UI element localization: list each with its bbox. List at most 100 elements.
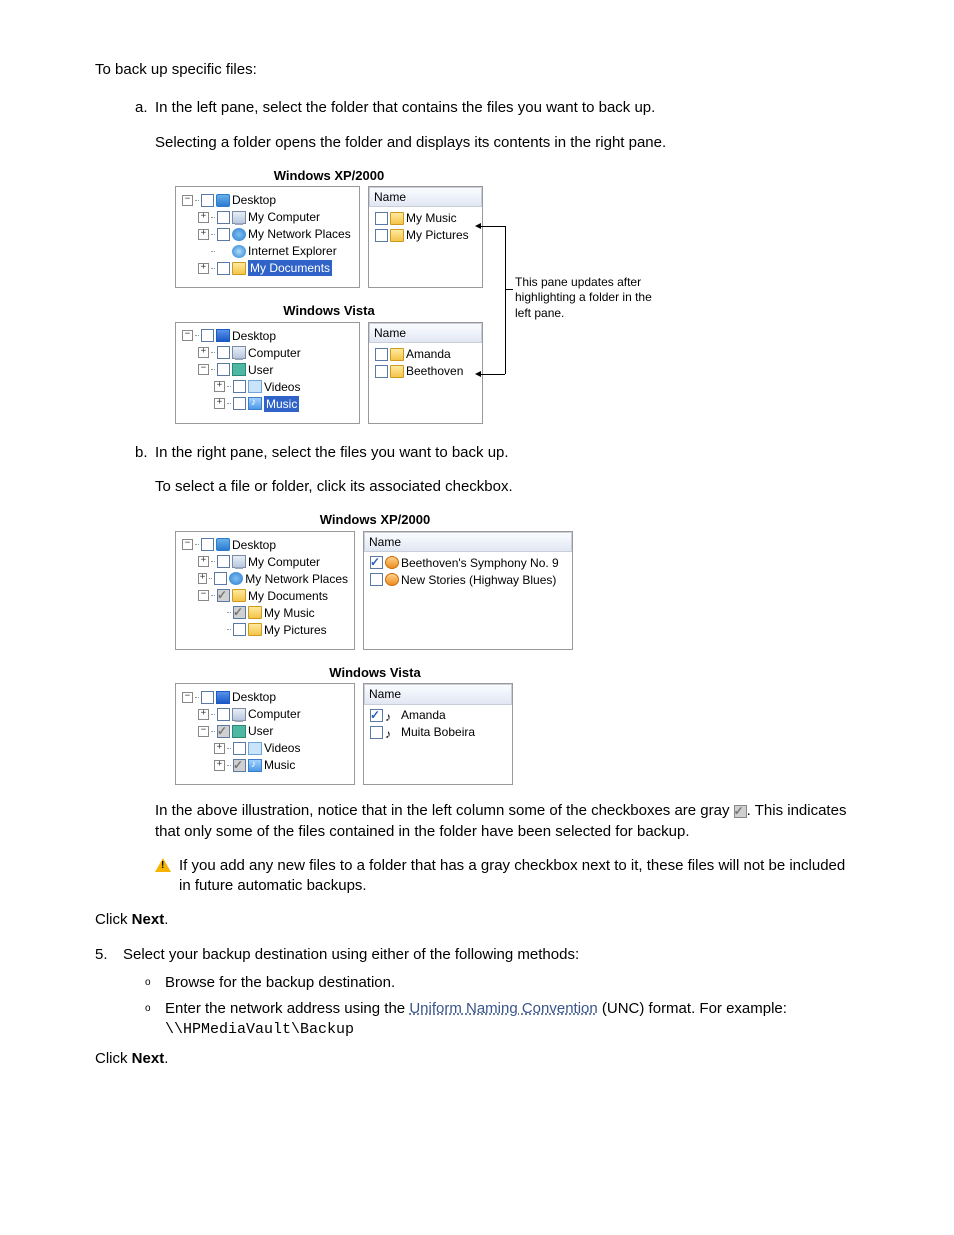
checkbox[interactable]	[201, 691, 214, 704]
collapse-icon[interactable]: −	[182, 539, 193, 550]
name-column-header[interactable]: Name	[369, 323, 482, 343]
tree-mycomputer[interactable]: My Computer	[248, 554, 320, 570]
tree-ie[interactable]: Internet Explorer	[248, 243, 337, 259]
fig2-xp-tree-pane[interactable]: − Desktop + My Computer + My Network Places…	[175, 531, 355, 650]
checkbox[interactable]	[217, 363, 230, 376]
expand-icon[interactable]: +	[198, 709, 209, 720]
fig1-vista-file-pane[interactable]: Name Amanda Beethoven	[368, 322, 483, 424]
tree-user[interactable]: User	[248, 723, 273, 739]
checkbox[interactable]	[201, 538, 214, 551]
file-amanda[interactable]: Amanda	[401, 707, 446, 723]
expand-icon[interactable]: +	[198, 347, 209, 358]
user-icon	[232, 363, 246, 376]
fig2-vista-file-pane[interactable]: Name ♪Amanda ♪Muita Bobeira	[363, 683, 513, 785]
tree-user[interactable]: User	[248, 362, 273, 378]
checkbox-partial[interactable]	[233, 759, 246, 772]
audio-file-icon: ♪	[385, 726, 399, 739]
step5-bullet-browse: Browse for the backup destination.	[151, 973, 859, 993]
tree-desktop[interactable]: Desktop	[232, 192, 276, 208]
checkbox-checked[interactable]	[370, 709, 383, 722]
expand-icon[interactable]: +	[198, 573, 207, 584]
name-column-header[interactable]: Name	[364, 532, 572, 552]
tree-mymusic[interactable]: My Music	[264, 605, 315, 621]
checkbox[interactable]	[375, 348, 388, 361]
file-newstories[interactable]: New Stories (Highway Blues)	[401, 572, 556, 588]
tree-mynetwork[interactable]: My Network Places	[245, 571, 348, 587]
expand-icon[interactable]: +	[198, 556, 209, 567]
checkbox-checked[interactable]	[370, 556, 383, 569]
checkbox[interactable]	[370, 573, 383, 586]
tree-desktop[interactable]: Desktop	[232, 689, 276, 705]
collapse-icon[interactable]: −	[198, 590, 209, 601]
name-column-header[interactable]: Name	[364, 684, 512, 704]
checkbox[interactable]	[370, 726, 383, 739]
gray-checkbox-note: In the above illustration, notice that i…	[155, 801, 859, 842]
tree-mypics[interactable]: My Pictures	[264, 622, 327, 638]
checkbox-partial[interactable]	[217, 725, 230, 738]
checkbox[interactable]	[233, 742, 246, 755]
desktop-icon	[216, 329, 230, 342]
collapse-icon[interactable]: −	[198, 726, 209, 737]
expand-icon[interactable]: +	[198, 263, 209, 274]
file-mymusic[interactable]: My Music	[406, 210, 457, 226]
checkbox[interactable]	[233, 380, 246, 393]
fig1-xp-title: Windows XP/2000	[175, 167, 483, 185]
step-a-p1: In the left pane, select the folder that…	[155, 99, 655, 116]
tree-desktop[interactable]: Desktop	[232, 328, 276, 344]
checkbox[interactable]	[201, 329, 214, 342]
file-beethoven[interactable]: Beethoven	[406, 363, 463, 379]
tree-desktop[interactable]: Desktop	[232, 537, 276, 553]
expand-icon[interactable]: +	[198, 212, 209, 223]
tree-computer[interactable]: Computer	[248, 706, 301, 722]
collapse-icon[interactable]: −	[198, 364, 209, 375]
checkbox[interactable]	[217, 262, 230, 275]
file-mypics[interactable]: My Pictures	[406, 227, 469, 243]
unc-example-code: \\HPMediaVault\Backup	[165, 1021, 354, 1038]
fig1-xp-tree-pane[interactable]: − Desktop + My Computer + My Network Places…	[175, 186, 360, 288]
fig1-vista-tree-pane[interactable]: − Desktop + Computer − User + Videos + Music	[175, 322, 360, 424]
name-column-header[interactable]: Name	[369, 187, 482, 207]
checkbox[interactable]	[217, 708, 230, 721]
checkbox[interactable]	[217, 228, 230, 241]
checkbox[interactable]	[217, 211, 230, 224]
tree-mycomputer[interactable]: My Computer	[248, 209, 320, 225]
computer-icon	[232, 555, 246, 568]
checkbox[interactable]	[214, 572, 227, 585]
file-muita[interactable]: Muita Bobeira	[401, 724, 475, 740]
unc-link[interactable]: Uniform Naming Convention	[409, 1000, 597, 1017]
checkbox[interactable]	[201, 194, 214, 207]
checkbox-partial[interactable]	[233, 606, 246, 619]
tree-mynetwork[interactable]: My Network Places	[248, 226, 351, 242]
checkbox[interactable]	[233, 397, 246, 410]
tree-computer[interactable]: Computer	[248, 345, 301, 361]
checkbox[interactable]	[217, 555, 230, 568]
checkbox-partial[interactable]	[217, 589, 230, 602]
folder-open-icon	[232, 589, 246, 602]
folder-icon	[390, 365, 404, 378]
checkbox[interactable]	[217, 346, 230, 359]
tree-music-selected[interactable]: Music	[264, 396, 299, 412]
tree-videos[interactable]: Videos	[264, 740, 300, 756]
collapse-icon[interactable]: −	[182, 692, 193, 703]
step-5-marker: 5.	[95, 945, 108, 965]
fig2-vista-tree-pane[interactable]: − Desktop + Computer − User + Videos + Music	[175, 683, 355, 785]
checkbox[interactable]	[375, 365, 388, 378]
expand-icon[interactable]: +	[214, 398, 225, 409]
tree-music[interactable]: Music	[264, 757, 295, 773]
fig1-xp-file-pane[interactable]: Name My Music My Pictures	[368, 186, 483, 288]
file-beethoven9[interactable]: Beethoven's Symphony No. 9	[401, 555, 559, 571]
checkbox[interactable]	[375, 229, 388, 242]
checkbox[interactable]	[233, 623, 246, 636]
fig2-xp-file-pane[interactable]: Name Beethoven's Symphony No. 9 New Stor…	[363, 531, 573, 650]
expand-icon[interactable]: +	[198, 229, 209, 240]
collapse-icon[interactable]: −	[182, 195, 193, 206]
collapse-icon[interactable]: −	[182, 330, 193, 341]
checkbox[interactable]	[375, 212, 388, 225]
file-amanda[interactable]: Amanda	[406, 346, 451, 362]
expand-icon[interactable]: +	[214, 760, 225, 771]
tree-mydocs-selected[interactable]: My Documents	[248, 260, 332, 276]
tree-mydocs[interactable]: My Documents	[248, 588, 328, 604]
expand-icon[interactable]: +	[214, 743, 225, 754]
expand-icon[interactable]: +	[214, 381, 225, 392]
tree-videos[interactable]: Videos	[264, 379, 300, 395]
